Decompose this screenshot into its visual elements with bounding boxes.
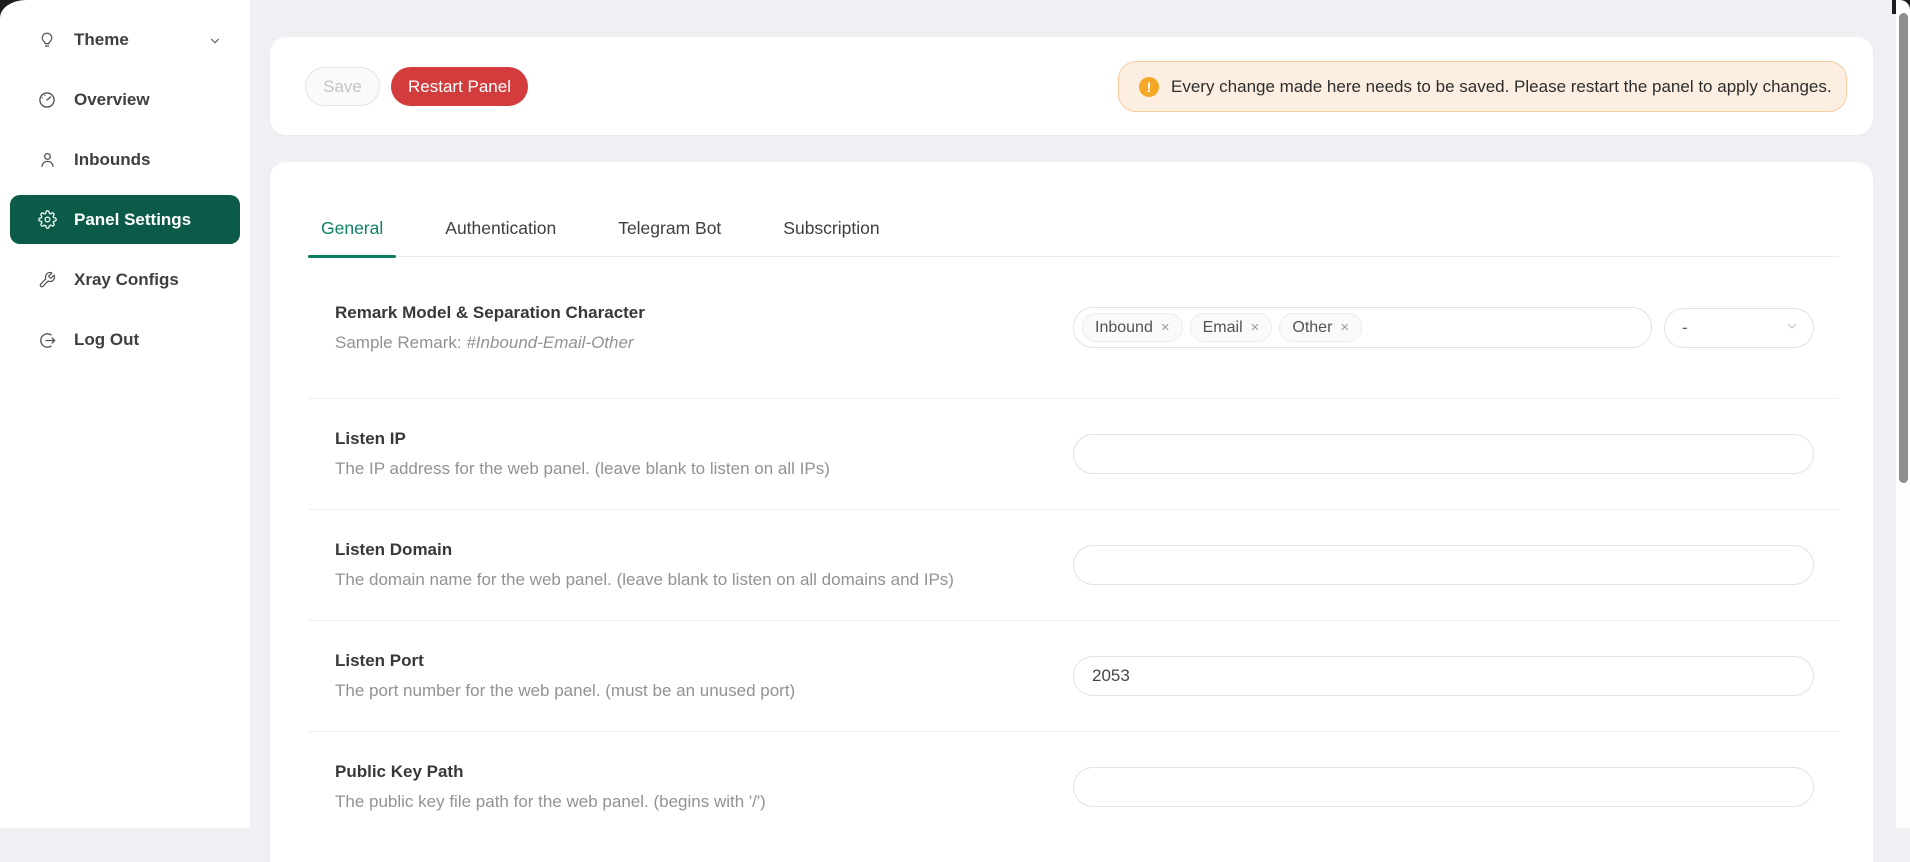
sidebar-item-inbounds[interactable]: Inbounds <box>10 136 240 184</box>
tag-label: Email <box>1203 319 1243 337</box>
warning-icon: ! <box>1139 77 1159 97</box>
wrench-icon <box>37 270 57 290</box>
sidebar-item-overview[interactable]: Overview <box>10 76 240 124</box>
lightbulb-icon <box>37 30 57 50</box>
tag-label: Inbound <box>1095 319 1153 337</box>
close-icon[interactable]: × <box>1161 320 1170 335</box>
sidebar-item-label: Inbounds <box>74 150 150 170</box>
tab-telegram-bot[interactable]: Telegram Bot <box>605 200 734 256</box>
setting-row-listen-port: Listen Port The port number for the web … <box>270 620 1873 731</box>
setting-description: Sample Remark: #Inbound-Email-Other <box>335 333 645 353</box>
sidebar-item-label: Overview <box>74 90 150 110</box>
setting-description: The port number for the web panel. (must… <box>335 681 795 701</box>
tab-authentication[interactable]: Authentication <box>432 200 569 256</box>
sample-remark-value: #Inbound-Email-Other <box>466 333 633 352</box>
panel-settings-card: General Authentication Telegram Bot Subs… <box>270 162 1873 862</box>
gear-icon <box>37 210 57 230</box>
sidebar-item-label: Theme <box>74 30 129 50</box>
remark-model-multiselect[interactable]: Inbound × Email × Other × <box>1073 307 1652 348</box>
tag-other: Other × <box>1279 313 1362 342</box>
chevron-down-icon <box>1785 318 1799 338</box>
setting-title: Remark Model & Separation Character <box>335 303 645 323</box>
setting-title: Public Key Path <box>335 762 766 782</box>
scrollbar-track[interactable] <box>1896 0 1910 828</box>
tag-inbound: Inbound × <box>1082 313 1183 342</box>
tab-general[interactable]: General <box>308 200 396 256</box>
separator-value: - <box>1682 318 1688 338</box>
sidebar-item-label: Xray Configs <box>74 270 179 290</box>
close-icon[interactable]: × <box>1340 320 1349 335</box>
setting-title: Listen Port <box>335 651 795 671</box>
user-icon <box>37 150 57 170</box>
listen-ip-input[interactable] <box>1073 434 1814 474</box>
logout-icon <box>37 330 57 350</box>
settings-tabs: General Authentication Telegram Bot Subs… <box>308 162 1839 257</box>
setting-row-remark-model: Remark Model & Separation Character Samp… <box>270 257 1873 398</box>
setting-description: The domain name for the web panel. (leav… <box>335 570 954 590</box>
general-settings-form: Remark Model & Separation Character Samp… <box>270 257 1873 842</box>
setting-row-public-key-path: Public Key Path The public key file path… <box>270 731 1873 842</box>
sample-remark-prefix: Sample Remark: <box>335 333 466 352</box>
listen-domain-input[interactable] <box>1073 545 1814 585</box>
setting-title: Listen Domain <box>335 540 954 560</box>
setting-description: The IP address for the web panel. (leave… <box>335 459 830 479</box>
setting-row-listen-ip: Listen IP The IP address for the web pan… <box>270 398 1873 509</box>
sidebar-item-theme[interactable]: Theme <box>10 16 240 64</box>
public-key-path-input[interactable] <box>1073 767 1814 807</box>
dashboard-icon <box>37 90 57 110</box>
tag-label: Other <box>1292 319 1332 337</box>
alert-message: Every change made here needs to be saved… <box>1171 77 1832 97</box>
sidebar-item-panel-settings[interactable]: Panel Settings <box>10 195 240 244</box>
setting-row-listen-domain: Listen Domain The domain name for the we… <box>270 509 1873 620</box>
separator-select[interactable]: - <box>1664 308 1814 348</box>
save-button[interactable]: Save <box>305 67 380 106</box>
sidebar-item-xray-configs[interactable]: Xray Configs <box>10 256 240 304</box>
toolbar-card: Save Restart Panel ! Every change made h… <box>270 37 1873 135</box>
setting-description: The public key file path for the web pan… <box>335 792 766 812</box>
chevron-down-icon <box>208 33 222 47</box>
scrollbar-thumb[interactable] <box>1899 13 1908 483</box>
setting-title: Listen IP <box>335 429 830 449</box>
listen-port-input[interactable] <box>1073 656 1814 696</box>
restart-panel-button[interactable]: Restart Panel <box>391 67 528 106</box>
sidebar-item-label: Panel Settings <box>74 210 191 230</box>
sidebar: Theme Overview Inbounds Panel Settings X… <box>0 0 250 828</box>
sidebar-item-log-out[interactable]: Log Out <box>10 316 240 364</box>
close-icon[interactable]: × <box>1251 320 1260 335</box>
restart-warning-alert: ! Every change made here needs to be sav… <box>1118 61 1847 112</box>
tab-subscription[interactable]: Subscription <box>770 200 892 256</box>
sidebar-item-label: Log Out <box>74 330 139 350</box>
tag-email: Email × <box>1190 313 1273 342</box>
